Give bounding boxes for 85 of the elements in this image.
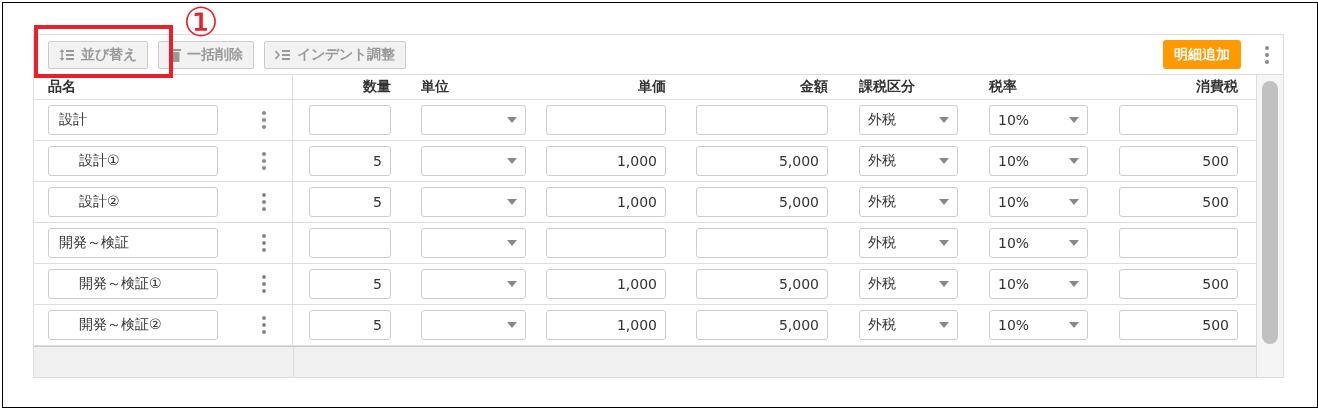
dropdown-icon	[1069, 322, 1079, 328]
more-icon[interactable]	[262, 275, 266, 293]
dropdown-icon	[507, 281, 517, 287]
amount-field[interactable]: 5,000	[696, 310, 828, 340]
scrollbar[interactable]	[1256, 75, 1283, 377]
tax-rate-select[interactable]: 10%	[989, 310, 1088, 340]
column-header: 消費税	[1195, 78, 1238, 96]
tax-type-select[interactable]: 外税	[859, 187, 958, 217]
tax-type-select[interactable]: 外税	[859, 146, 958, 176]
unit-price-field[interactable]	[546, 105, 666, 135]
column-header: 課税区分	[859, 78, 916, 96]
tax-rate-select[interactable]: 10%	[989, 269, 1088, 299]
quantity-field[interactable]: 5	[309, 310, 391, 340]
dropdown-icon	[1069, 199, 1079, 205]
unit-select[interactable]	[421, 310, 526, 340]
item-name-field[interactable]: 設計①	[48, 146, 218, 176]
more-icon[interactable]	[262, 111, 266, 129]
item-name-field[interactable]: 設計	[48, 105, 218, 135]
tax-field[interactable]: 500	[1119, 269, 1238, 299]
tax-type-select[interactable]: 外税	[859, 310, 958, 340]
column-header: 品名	[34, 75, 293, 99]
tax-rate-select[interactable]: 10%	[989, 228, 1088, 258]
dropdown-icon	[1069, 117, 1079, 123]
quantity-field[interactable]: 5	[309, 187, 391, 217]
tax-type-select[interactable]: 外税	[859, 105, 958, 135]
tax-rate-select[interactable]: 10%	[989, 146, 1088, 176]
more-icon[interactable]	[262, 152, 266, 170]
tax-field[interactable]: 500	[1119, 146, 1238, 176]
tax-rate-select[interactable]: 10%	[989, 105, 1088, 135]
dropdown-icon	[507, 158, 517, 164]
quantity-field[interactable]: 5	[309, 269, 391, 299]
dropdown-icon	[939, 117, 949, 123]
dropdown-icon	[1069, 281, 1079, 287]
amount-field[interactable]: 5,000	[696, 146, 828, 176]
dropdown-icon	[939, 281, 949, 287]
column-header: 数量	[362, 78, 391, 96]
tax-rate-select[interactable]: 10%	[989, 187, 1088, 217]
item-name-field[interactable]: 開発～検証	[48, 228, 218, 258]
unit-price-field[interactable]: 1,000	[546, 310, 666, 340]
more-icon[interactable]	[1265, 45, 1269, 64]
amount-field[interactable]	[696, 228, 828, 258]
unit-price-field[interactable]	[546, 228, 666, 258]
more-icon[interactable]	[262, 234, 266, 252]
unit-select[interactable]	[421, 105, 526, 135]
quantity-field[interactable]: 5	[309, 146, 391, 176]
tax-type-select[interactable]: 外税	[859, 228, 958, 258]
unit-price-field[interactable]: 1,000	[546, 269, 666, 299]
item-name-field[interactable]: 設計②	[48, 187, 218, 217]
dropdown-icon	[507, 117, 517, 123]
column-header: 税率	[989, 78, 1018, 96]
dropdown-icon	[1069, 240, 1079, 246]
item-name-field[interactable]: 開発～検証①	[48, 269, 218, 299]
tax-field[interactable]	[1119, 228, 1238, 258]
indent-icon	[275, 48, 291, 61]
tax-field[interactable]	[1119, 105, 1238, 135]
quantity-field[interactable]	[309, 105, 391, 135]
tax-field[interactable]: 500	[1119, 310, 1238, 340]
amount-field[interactable]	[696, 105, 828, 135]
item-name-field[interactable]: 開発～検証②	[48, 310, 218, 340]
unit-select[interactable]	[421, 269, 526, 299]
column-header: 金額	[799, 78, 828, 96]
more-icon[interactable]	[262, 316, 266, 334]
amount-field[interactable]: 5,000	[696, 187, 828, 217]
unit-price-field[interactable]: 1,000	[546, 187, 666, 217]
dropdown-icon	[939, 240, 949, 246]
unit-price-field[interactable]: 1,000	[546, 146, 666, 176]
dropdown-icon	[939, 199, 949, 205]
dropdown-icon	[939, 158, 949, 164]
amount-field[interactable]: 5,000	[696, 269, 828, 299]
unit-select[interactable]	[421, 187, 526, 217]
dropdown-icon	[939, 322, 949, 328]
unit-select[interactable]	[421, 146, 526, 176]
tax-type-select[interactable]: 外税	[859, 269, 958, 299]
dropdown-icon	[1069, 158, 1079, 164]
tax-field[interactable]: 500	[1119, 187, 1238, 217]
unit-select[interactable]	[421, 228, 526, 258]
dropdown-icon	[507, 322, 517, 328]
column-header: 単位	[421, 78, 450, 96]
quantity-field[interactable]	[309, 228, 391, 258]
more-icon[interactable]	[262, 193, 266, 211]
column-header: 単価	[637, 78, 666, 96]
sort-icon	[59, 47, 75, 62]
step-marker: ①	[183, 2, 219, 42]
dropdown-icon	[507, 199, 517, 205]
dropdown-icon	[507, 240, 517, 246]
